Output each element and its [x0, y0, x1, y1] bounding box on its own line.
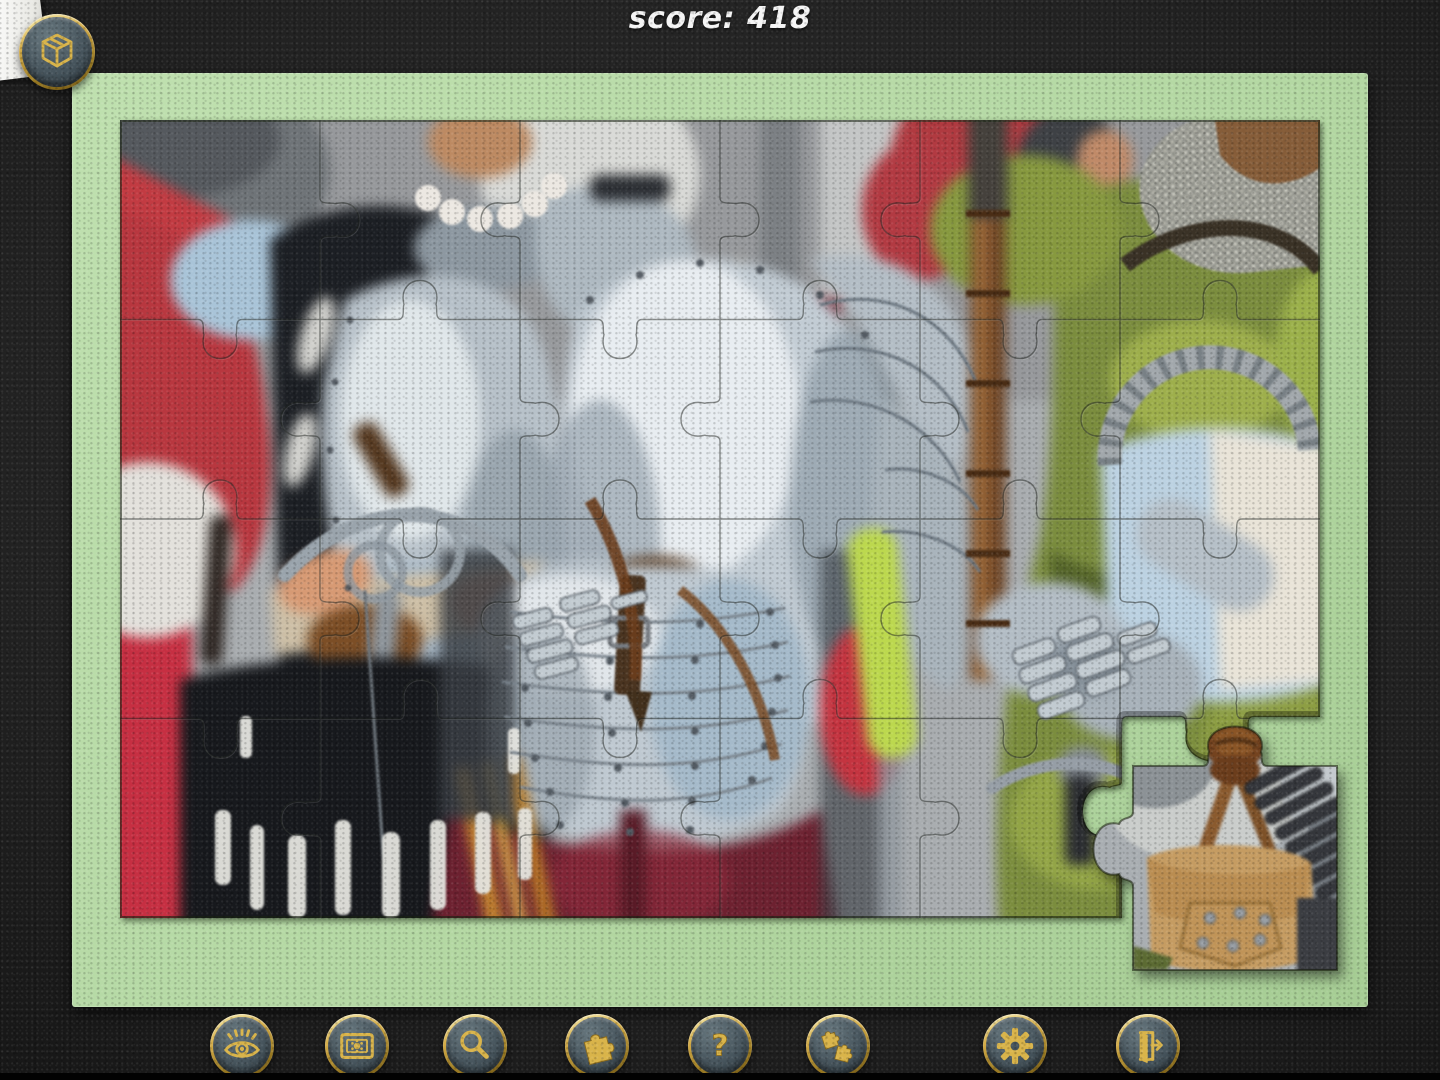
door-exit-icon — [1127, 1025, 1169, 1067]
hint-button[interactable]: ? — [688, 1014, 752, 1078]
puzzle-pieces-icon — [817, 1025, 859, 1067]
piece-box-button[interactable] — [565, 1014, 629, 1078]
question-mark-icon: ? — [699, 1025, 741, 1067]
sort-pieces-button[interactable] — [806, 1014, 870, 1078]
loose-piece[interactable] — [1085, 708, 1355, 998]
game-screen: score: 418 — [0, 0, 1440, 1080]
magnifier-button[interactable] — [443, 1014, 507, 1078]
loose-piece-image — [1085, 708, 1355, 998]
score-text: score: 418 — [0, 1, 1440, 36]
bottom-edge — [0, 1073, 1440, 1080]
magnifier-icon — [454, 1025, 496, 1067]
score-label: score: — [629, 1, 735, 36]
gear-icon — [994, 1025, 1036, 1067]
exit-button[interactable] — [1116, 1014, 1180, 1078]
background-button[interactable] — [325, 1014, 389, 1078]
picture-frame-icon — [336, 1025, 378, 1067]
svg-text:?: ? — [711, 1029, 728, 1063]
puzzle-piece-icon — [576, 1025, 618, 1067]
settings-button[interactable] — [983, 1014, 1047, 1078]
score-value: 418 — [747, 1, 811, 36]
eye-icon — [221, 1025, 263, 1067]
preview-button[interactable] — [210, 1014, 274, 1078]
